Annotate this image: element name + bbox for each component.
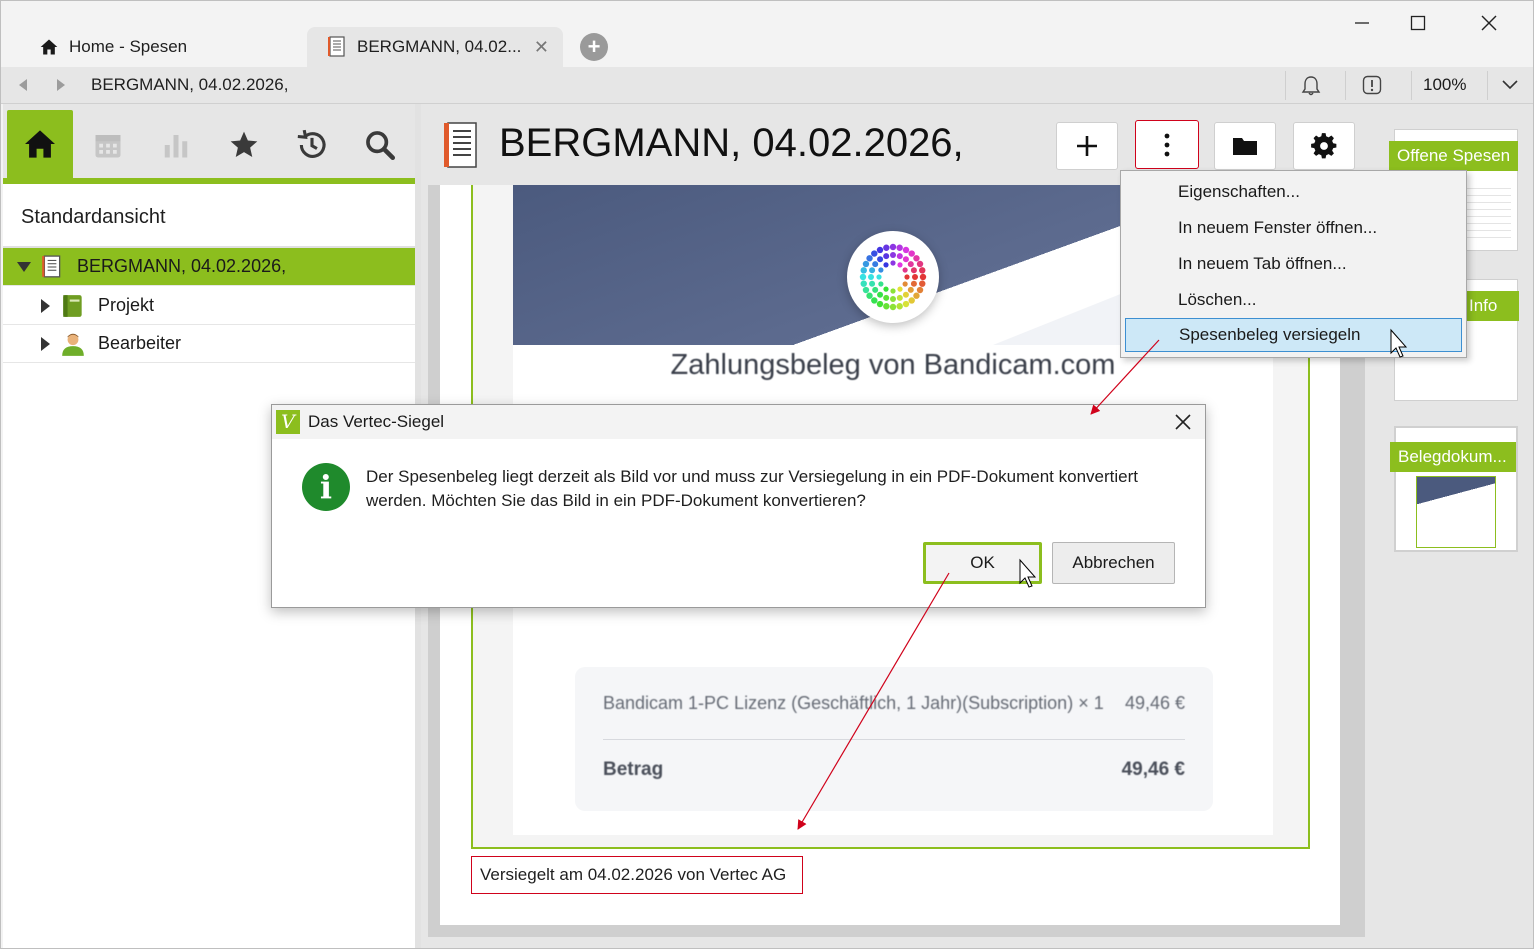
receipt-icon xyxy=(325,35,349,59)
seal-dialog: V Das Vertec-Siegel i Der Spesenbeleg li… xyxy=(271,404,1206,608)
vertec-logo: V xyxy=(276,410,300,434)
total-value: 49,46 € xyxy=(1121,759,1185,780)
home-tool-button[interactable] xyxy=(7,110,73,178)
bell-icon[interactable] xyxy=(1301,75,1321,97)
separator xyxy=(1487,71,1488,100)
calendar-tool-button[interactable] xyxy=(75,112,141,178)
app-window: Home - Spesen BERGMANN, 04.02... ✕ + BER… xyxy=(0,0,1534,949)
maximize-button[interactable] xyxy=(1383,1,1453,45)
menu-item-properties[interactable]: Eigenschaften... xyxy=(1125,175,1462,209)
receipt-icon xyxy=(41,254,63,279)
close-tab-icon[interactable]: ✕ xyxy=(534,37,549,58)
ok-button[interactable]: OK xyxy=(923,542,1042,584)
thumbnail-label: Info xyxy=(1461,291,1519,321)
tree-item-user[interactable]: Bearbeiter xyxy=(3,325,415,363)
dialog-message: Der Spesenbeleg liegt derzeit als Bild v… xyxy=(366,467,1138,510)
total-label: Betrag xyxy=(603,759,664,780)
maximize-icon xyxy=(1410,15,1426,31)
menu-item-seal[interactable]: Spesenbeleg versiegeln xyxy=(1125,318,1462,352)
menu-item-delete[interactable]: Löschen... xyxy=(1125,283,1462,317)
tree-item-project[interactable]: Projekt xyxy=(3,287,415,325)
plus-icon xyxy=(1077,136,1097,156)
folder-button[interactable] xyxy=(1214,122,1276,170)
close-icon[interactable] xyxy=(1170,409,1196,435)
tree-item-expense[interactable]: BERGMANN, 04.02.2026, xyxy=(3,248,415,286)
close-icon xyxy=(1481,15,1497,31)
forward-arrow-icon[interactable] xyxy=(53,77,69,93)
close-window-button[interactable] xyxy=(1454,1,1524,45)
expand-arrow-icon[interactable] xyxy=(17,261,31,272)
view-title: Standardansicht xyxy=(21,206,166,228)
bar-chart-icon xyxy=(164,135,188,158)
menu-item-open-tab[interactable]: In neuem Tab öffnen... xyxy=(1125,247,1462,281)
thumbnail-preview xyxy=(1465,182,1511,242)
history-icon xyxy=(297,129,326,158)
collapse-arrow-icon[interactable] xyxy=(41,298,50,313)
folder-icon xyxy=(1233,138,1257,155)
back-arrow-icon[interactable] xyxy=(15,77,31,93)
divider xyxy=(603,739,1185,740)
tree-item-label: BERGMANN, 04.02.2026, xyxy=(77,256,287,276)
separator xyxy=(1411,71,1412,100)
star-icon xyxy=(230,131,258,157)
receipt-large-icon xyxy=(444,122,477,168)
tab-label: Home - Spesen xyxy=(69,37,188,56)
thumbnail-preview xyxy=(1416,476,1496,548)
bandicam-logo xyxy=(847,231,939,323)
thumbnail-document[interactable]: Belegdokum... xyxy=(1390,426,1518,552)
tree-item-label: Bearbeiter xyxy=(98,333,182,353)
receipt-items: Bandicam 1-PC Lizenz (Geschäftlich, 1 Ja… xyxy=(575,667,1213,811)
project-icon xyxy=(60,293,86,319)
page-title: BERGMANN, 04.02.2026, xyxy=(499,121,964,165)
tab-home[interactable]: Home - Spesen xyxy=(3,27,303,67)
new-tab-button[interactable]: + xyxy=(580,33,608,61)
zoom-level[interactable]: 100% xyxy=(1423,75,1466,95)
more-vert-icon xyxy=(1164,133,1170,156)
thumbnail-label: Belegdokum... xyxy=(1390,442,1516,472)
left-toolbar xyxy=(3,104,415,184)
calendar-icon xyxy=(95,135,121,158)
add-button[interactable] xyxy=(1056,122,1118,170)
more-button[interactable] xyxy=(1135,120,1199,169)
search-tool-button[interactable] xyxy=(347,112,413,178)
search-icon xyxy=(366,131,396,161)
tab-bar: Home - Spesen BERGMANN, 04.02... ✕ + xyxy=(1,1,1533,67)
history-tool-button[interactable] xyxy=(279,112,345,178)
breadcrumb: BERGMANN, 04.02.2026, xyxy=(91,75,289,94)
address-bar: BERGMANN, 04.02.2026, 100% xyxy=(1,67,1533,104)
dialog-titlebar: V Das Vertec-Siegel xyxy=(272,405,1205,439)
menu-item-open-window[interactable]: In neuem Fenster öffnen... xyxy=(1125,211,1462,245)
seal-note: Versiegelt am 04.02.2026 von Vertec AG xyxy=(471,856,803,894)
home-icon xyxy=(37,35,61,59)
context-menu: Eigenschaften... In neuem Fenster öffnen… xyxy=(1120,170,1467,358)
cancel-button[interactable]: Abbrechen xyxy=(1052,542,1175,584)
info-icon: i xyxy=(302,463,350,511)
tab-label: BERGMANN, 04.02... xyxy=(357,37,522,56)
user-icon xyxy=(60,331,86,357)
chevron-down-icon[interactable] xyxy=(1501,78,1519,92)
home-icon xyxy=(25,130,55,158)
alert-icon[interactable] xyxy=(1362,75,1382,95)
thumbnail-label: Offene Spesen xyxy=(1389,141,1519,171)
collapse-arrow-icon[interactable] xyxy=(41,336,50,351)
separator xyxy=(1345,71,1346,100)
tree-item-label: Projekt xyxy=(98,295,155,315)
chart-tool-button[interactable] xyxy=(143,112,209,178)
settings-button[interactable] xyxy=(1293,122,1355,170)
favorites-tool-button[interactable] xyxy=(211,112,277,178)
tab-document[interactable]: BERGMANN, 04.02... ✕ xyxy=(307,27,563,67)
gear-icon xyxy=(1311,133,1337,159)
item-description: Bandicam 1-PC Lizenz (Geschäftlich, 1 Ja… xyxy=(603,693,1104,713)
item-price: 49,46 € xyxy=(1124,693,1185,713)
minimize-icon xyxy=(1355,22,1369,24)
dialog-title: Das Vertec-Siegel xyxy=(308,412,445,431)
separator xyxy=(1285,71,1286,100)
